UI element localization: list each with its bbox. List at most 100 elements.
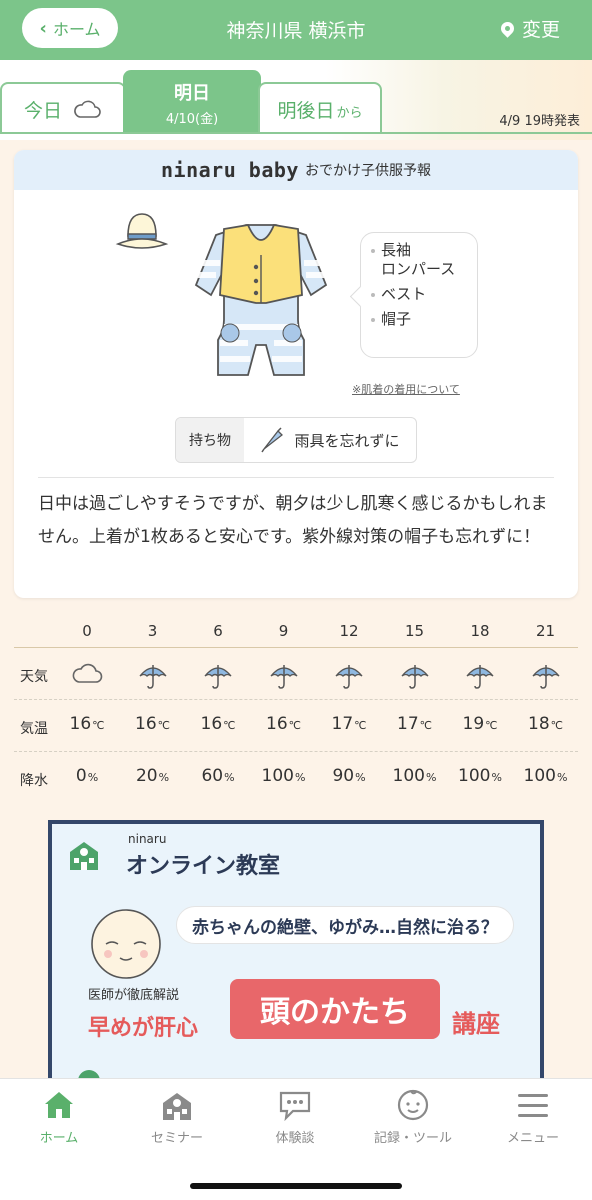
- folded-umbrella-icon: [261, 427, 284, 453]
- change-location-button[interactable]: 変更: [498, 15, 560, 42]
- banner-early-text: 早めが肝心: [88, 1016, 199, 1041]
- bucket-hat-icon: [115, 213, 169, 249]
- temperature-value: 17: [331, 714, 354, 734]
- card-subtitle: おでかけ子供服予報: [304, 163, 431, 179]
- rain-chance-unit: %: [426, 771, 437, 784]
- temperature-unit: ℃: [485, 719, 498, 732]
- rain-chance-unit: %: [491, 771, 502, 784]
- hour-cell: 18: [470, 622, 490, 640]
- temperature-unit: ℃: [223, 719, 236, 732]
- rain-chance-value: 20: [135, 766, 158, 786]
- carry-value: 雨具を忘れずに: [244, 418, 416, 462]
- rain-chance-cell: 60%: [185, 766, 251, 786]
- card-header: ninaru baby おでかけ子供服予報: [14, 150, 578, 190]
- menu-icon: [518, 1094, 548, 1117]
- hours-row: 0 3 6 9 12 15 18 21: [14, 614, 578, 648]
- temperature-unit: ℃: [157, 719, 170, 732]
- rain-chance-unit: %: [557, 771, 568, 784]
- underwear-note-link[interactable]: ※肌着の着用について: [352, 381, 460, 397]
- weather-cell: [447, 662, 513, 694]
- temperature-value: 18: [528, 714, 550, 734]
- clothing-item: 長袖 ロンパース: [369, 241, 469, 279]
- school-building-icon: [70, 842, 98, 870]
- rain-chance-value: 100: [261, 766, 294, 786]
- clothing-list-bubble: 長袖 ロンパース ベスト 帽子: [360, 232, 478, 358]
- tab-today[interactable]: 今日: [0, 82, 126, 134]
- rain-chance-cell: 20%: [120, 766, 186, 786]
- rain-chance-cell: 90%: [316, 766, 382, 786]
- tab-tomorrow[interactable]: 明日 4/10(金): [123, 70, 261, 134]
- school-icon: [163, 1093, 191, 1120]
- card-divider: [38, 477, 554, 478]
- tab-day-after[interactable]: 明後日 から: [258, 82, 382, 134]
- weather-cell: [251, 662, 317, 694]
- rain-chance-value: 100: [458, 766, 491, 786]
- nav-stories[interactable]: 体験談: [236, 1087, 354, 1146]
- umbrella-icon: [269, 665, 298, 689]
- nav-home[interactable]: ホーム: [0, 1087, 118, 1146]
- nav-records-label: 記録・ツール: [373, 1131, 452, 1146]
- temperature-unit: ℃: [419, 719, 432, 732]
- rain-chance-value: 100: [523, 766, 556, 786]
- cloud-icon: [72, 663, 103, 683]
- forecast-comment: 日中は過ごしやすそうですが、朝夕は少し肌寒く感じるかもしれません。上着が1枚ある…: [38, 494, 548, 547]
- rain-chance-cell: 100%: [251, 766, 317, 786]
- rain-chance-value: 0: [75, 766, 87, 786]
- temperature-value: 16: [135, 714, 157, 734]
- temperature-unit: ℃: [92, 719, 105, 732]
- tab-day-after-suffix: から: [336, 105, 363, 121]
- carry-value-text: 雨具を忘れずに: [294, 431, 400, 450]
- rain-chance-value: 60: [201, 766, 224, 786]
- banner-question: 赤ちゃんの絶壁、ゆがみ…自然に治る？: [176, 906, 514, 944]
- chat-icon: [279, 1091, 311, 1122]
- nav-menu-label: メニュー: [506, 1131, 559, 1146]
- temperature-unit: ℃: [288, 719, 301, 732]
- hour-cell: 15: [404, 622, 425, 640]
- nav-records[interactable]: 記録・ツール: [354, 1087, 472, 1146]
- temperature-value: 16: [200, 714, 223, 734]
- hour-cell: 12: [339, 622, 359, 640]
- rain-chance-unit: %: [158, 771, 170, 784]
- hour-cell: 0: [82, 622, 92, 640]
- weather-row: 天気: [14, 648, 578, 700]
- app-header: ‹ ホーム 神奈川県 横浜市 変更: [0, 0, 592, 60]
- back-home-button[interactable]: ‹ ホーム: [22, 8, 118, 48]
- rain-chance-cell: 100%: [447, 766, 513, 786]
- rain-chance-cell: 100%: [513, 766, 579, 786]
- rain-chance-value: 100: [392, 766, 425, 786]
- rain-chance-row: 降水 0% 20% 60% 100% 90% 100% 100% 100%: [14, 752, 578, 804]
- change-location-label: 変更: [521, 19, 560, 41]
- temperature-row: 気温 16℃ 16℃ 16℃ 16℃ 17℃ 17℃ 19℃ 18℃: [14, 700, 578, 752]
- temperature-value: 17: [397, 714, 419, 734]
- umbrella-icon: [335, 665, 363, 689]
- baby-face-icon: [397, 1089, 429, 1121]
- temperature-cell: 16℃: [54, 714, 120, 734]
- nav-menu[interactable]: メニュー: [474, 1087, 592, 1146]
- weather-cell: [513, 662, 579, 694]
- umbrella-icon: [204, 665, 232, 689]
- banner-doctor-text: 医師が徹底解説: [88, 988, 180, 1003]
- temperature-cell: 16℃: [120, 714, 186, 734]
- carry-label: 持ち物: [176, 418, 244, 462]
- rain-chance-cell: 0%: [54, 766, 120, 786]
- location-pin-icon: [498, 19, 517, 38]
- rain-chance-unit: %: [224, 771, 235, 784]
- umbrella-icon: [400, 665, 429, 689]
- nav-seminar[interactable]: セミナー: [118, 1087, 236, 1146]
- umbrella-icon: [466, 665, 494, 689]
- issued-time: 4/9 19時発表: [499, 114, 580, 129]
- banner-brand: ninaru: [128, 832, 167, 846]
- tab-tomorrow-label: 明日: [174, 83, 210, 104]
- temperature-cell: 19℃: [447, 714, 513, 734]
- temperature-unit: ℃: [354, 719, 367, 732]
- online-class-banner[interactable]: ninaru オンライン教室 赤ちゃんの絶壁、ゆがみ…自然に治る？ 医師が徹底解…: [48, 820, 544, 1090]
- temperature-value: 19: [462, 714, 485, 734]
- chevron-left-icon: ‹: [39, 17, 47, 39]
- rain-chance-unit: %: [87, 771, 99, 784]
- banner-headline: 頭のかたち: [230, 979, 440, 1039]
- rain-chance-cell: 100%: [382, 766, 448, 786]
- tab-tomorrow-date: 4/10(金): [165, 112, 219, 127]
- hour-cell: 21: [535, 622, 556, 640]
- tab-today-label: 今日: [23, 99, 62, 122]
- temperature-cell: 17℃: [382, 714, 448, 734]
